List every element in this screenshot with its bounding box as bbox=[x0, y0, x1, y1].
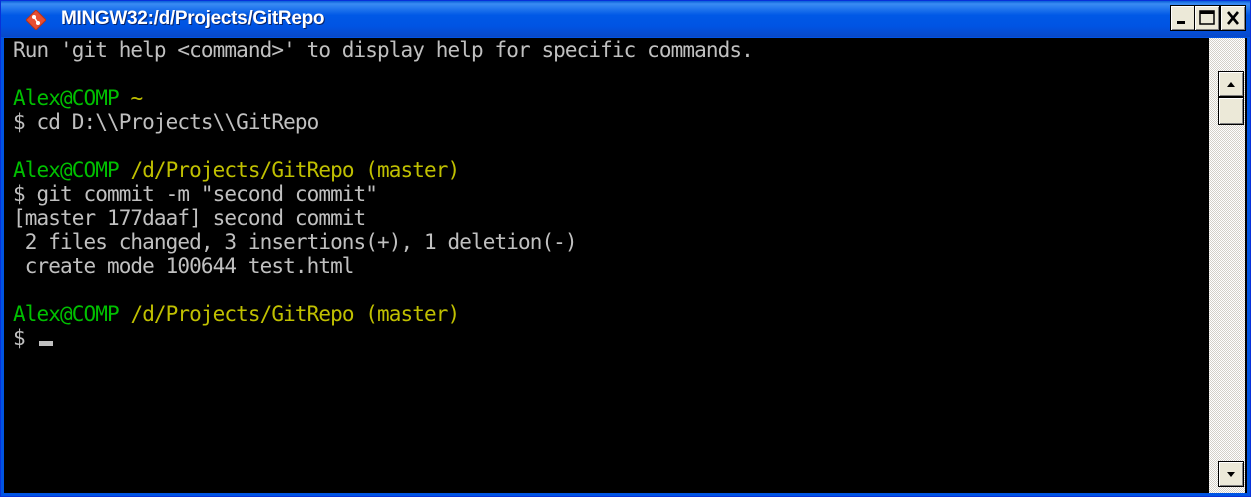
prompt-line: Alex@COMP /d/Projects/GitRepo (master) bbox=[13, 302, 460, 326]
output-line: create mode 100644 test.html bbox=[13, 254, 355, 278]
prompt-user: Alex@COMP bbox=[13, 302, 120, 326]
minimize-icon bbox=[1177, 21, 1185, 24]
arrow-up-icon bbox=[1227, 82, 1235, 87]
arrow-down-icon bbox=[1227, 472, 1235, 477]
output-line: [master 177daaf] second commit bbox=[13, 206, 366, 230]
text-cursor bbox=[38, 341, 53, 346]
scrollbar-thumb[interactable] bbox=[1218, 97, 1244, 125]
input-line[interactable]: $ bbox=[13, 326, 53, 350]
prompt-user: Alex@COMP bbox=[13, 158, 120, 182]
title-bar[interactable]: MINGW32:/d/Projects/GitRepo bbox=[1, 1, 1250, 37]
command-line: $ cd D:\\Projects\\GitRepo bbox=[13, 110, 319, 134]
terminal-window: MINGW32:/d/Projects/GitRepo Run 'git hel… bbox=[0, 0, 1251, 497]
prompt-path: ~ bbox=[118, 86, 143, 110]
maximize-icon bbox=[1199, 10, 1215, 25]
vertical-scrollbar[interactable] bbox=[1209, 38, 1245, 493]
prompt-line: Alex@COMP ~ bbox=[13, 86, 143, 110]
scroll-up-button[interactable] bbox=[1218, 71, 1244, 97]
window-title: MINGW32:/d/Projects/GitRepo bbox=[61, 8, 325, 29]
command-line: $ git commit -m "second commit" bbox=[13, 182, 378, 206]
prompt-path: /d/Projects/GitRepo (master) bbox=[118, 302, 460, 326]
scroll-down-button[interactable] bbox=[1218, 461, 1244, 487]
terminal-output[interactable]: Run 'git help <command>' to display help… bbox=[4, 38, 1207, 493]
output-line: Run 'git help <command>' to display help… bbox=[13, 38, 754, 62]
close-icon bbox=[1227, 11, 1239, 25]
git-diamond-icon[interactable] bbox=[26, 10, 46, 30]
prompt-line: Alex@COMP /d/Projects/GitRepo (master) bbox=[13, 158, 460, 182]
prompt-user: Alex@COMP bbox=[13, 86, 120, 110]
maximize-button[interactable] bbox=[1194, 5, 1220, 31]
minimize-button[interactable] bbox=[1170, 5, 1196, 31]
prompt-path: /d/Projects/GitRepo (master) bbox=[118, 158, 460, 182]
prompt-symbol: $ bbox=[13, 326, 37, 350]
close-button[interactable] bbox=[1220, 5, 1246, 31]
terminal-client: Run 'git help <command>' to display help… bbox=[4, 38, 1247, 493]
output-line: 2 files changed, 3 insertions(+), 1 dele… bbox=[13, 230, 578, 254]
